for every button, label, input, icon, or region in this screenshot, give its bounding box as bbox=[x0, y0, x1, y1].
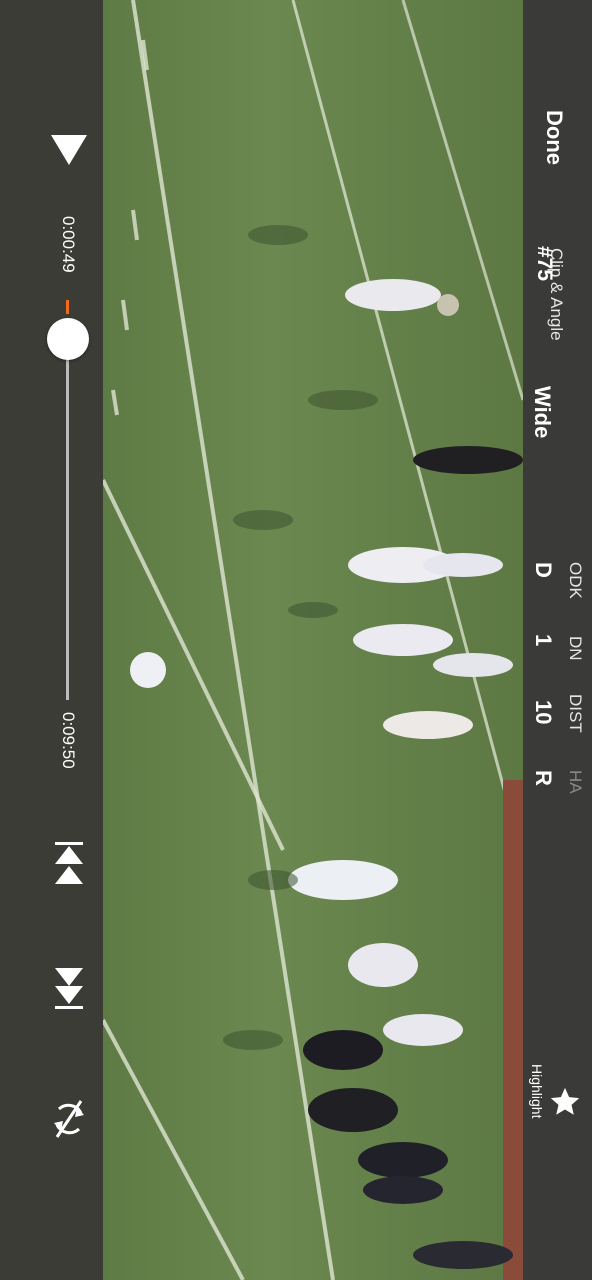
stat-label-ha: HA bbox=[566, 770, 585, 794]
current-time: 0:00:49 bbox=[59, 216, 78, 273]
stat-label-dist: DIST bbox=[566, 694, 585, 733]
progress-track[interactable] bbox=[66, 320, 69, 700]
stat-label-dn: DN bbox=[566, 636, 585, 661]
play-icon[interactable] bbox=[50, 134, 88, 166]
highlight-label[interactable]: Highlight bbox=[529, 1064, 545, 1118]
stat-value-ha[interactable]: R bbox=[530, 770, 556, 786]
progress-played bbox=[66, 300, 69, 314]
skip-back-icon[interactable] bbox=[52, 842, 86, 886]
stat-value-odk[interactable]: D bbox=[530, 562, 556, 578]
scrubber-handle[interactable] bbox=[47, 318, 89, 360]
done-button[interactable]: Done bbox=[541, 110, 567, 165]
star-icon[interactable] bbox=[547, 1084, 583, 1120]
clip-number[interactable]: #75 bbox=[532, 246, 556, 281]
skip-forward-icon[interactable] bbox=[52, 966, 86, 1010]
total-time: 0:09:50 bbox=[59, 712, 78, 769]
angle-value[interactable]: Wide bbox=[529, 386, 555, 438]
stat-value-dist[interactable]: 10 bbox=[530, 700, 556, 724]
stat-label-odk: ODK bbox=[566, 562, 585, 599]
stat-value-dn[interactable]: 1 bbox=[530, 634, 556, 646]
playback-controls: 0:00:49 0:09:50 bbox=[0, 0, 103, 1280]
football-field-image bbox=[103, 0, 523, 1280]
video-frame[interactable] bbox=[103, 0, 523, 1280]
rotate-icon[interactable] bbox=[50, 1094, 88, 1144]
clip-info-bar: Done Clip & Angle #75 Wide ODK D DN 1 DI… bbox=[523, 0, 592, 1280]
